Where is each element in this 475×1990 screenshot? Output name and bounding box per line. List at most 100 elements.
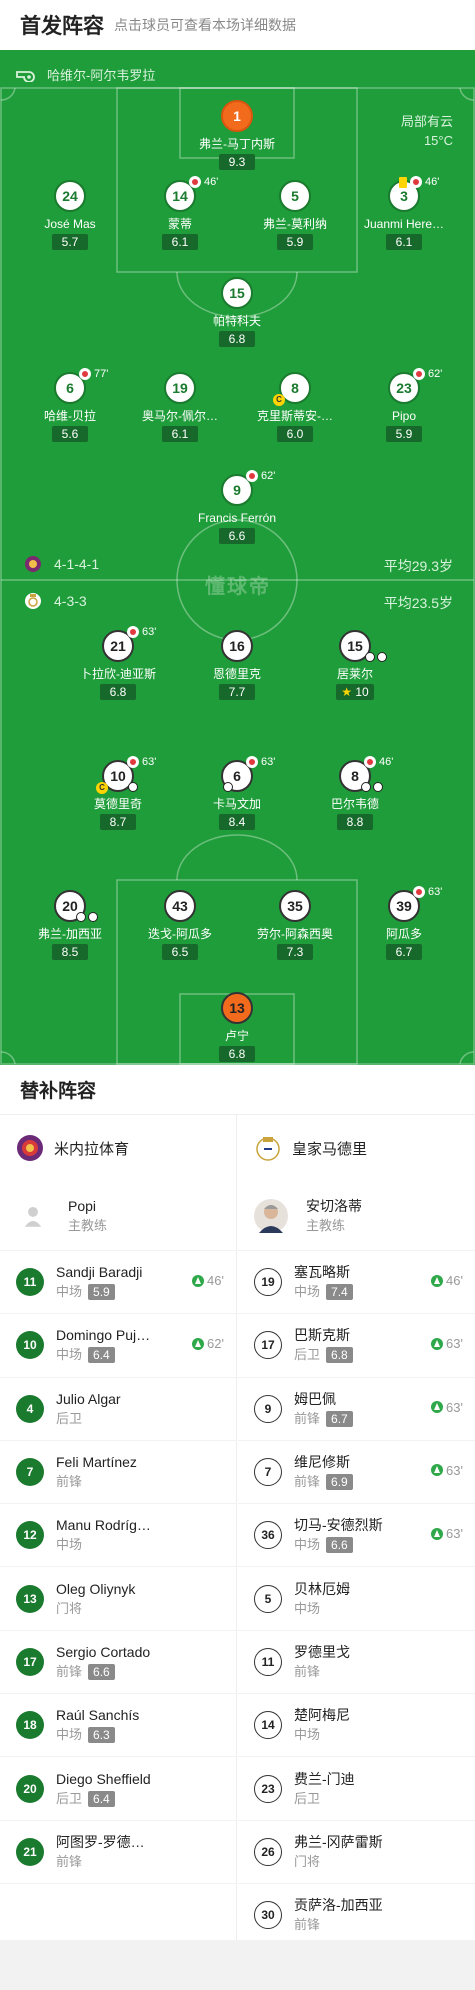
sub-player-info: 阿图罗-罗德… 前锋: [56, 1832, 176, 1872]
player-name: 卜拉欣-迪亚斯: [80, 667, 156, 681]
lineup-page: 首发阵容 点击球员可查看本场详细数据 哈维尔-阿尔韦罗拉 局部有云 15°C 懂…: [0, 0, 475, 1990]
home-player-14[interactable]: 14 46' 蒙蒂 6.1: [120, 176, 240, 251]
sub-player-rating: 6.6: [88, 1663, 115, 1680]
away-player-20[interactable]: 20 弗兰-加西亚 8.5: [10, 890, 130, 961]
sub-player-row[interactable]: 14 楚阿梅尼 中场: [238, 1694, 475, 1758]
sub-out-icon: [79, 368, 91, 380]
sub-in-time: 63': [431, 1463, 463, 1478]
home-player-24[interactable]: 24 José Mas 5.7: [10, 180, 130, 251]
sub-player-position: 后卫: [56, 1410, 83, 1426]
home-player-19[interactable]: 19 奥马尔-佩尔… 6.1: [120, 372, 240, 443]
sub-player-row[interactable]: 7 维尼修斯 前锋 6.9 63': [238, 1441, 475, 1505]
sub-player-number: 20: [16, 1774, 44, 1803]
sub-player-info: Julio Algar 后卫: [56, 1389, 176, 1429]
sub-player-meta: 前锋 6.9: [294, 1472, 414, 1492]
sub-player-row[interactable]: 13 Oleg Oliynyk 门将: [0, 1567, 236, 1631]
sub-player-position: 中场: [56, 1284, 83, 1300]
player-rating: 7.7: [219, 684, 255, 700]
away-player-15[interactable]: 15 居莱尔 10: [295, 630, 415, 701]
sub-player-number: 36: [254, 1521, 282, 1550]
away-player-8[interactable]: 8 46' 巴尔韦德 8.8: [295, 756, 415, 831]
player-rating: 6.8: [219, 331, 255, 347]
sub-player-row[interactable]: 5 贝林厄姆 中场: [238, 1567, 475, 1631]
sub-player-row[interactable]: 19 塞瓦略斯 中场 7.4 46': [238, 1251, 475, 1315]
sub-player-position: 后卫: [56, 1790, 83, 1806]
assist-icon: [373, 782, 383, 792]
sub-player-position: 中场: [56, 1727, 83, 1743]
away-player-10[interactable]: 10 63' C 莫德里奇 8.7: [58, 756, 178, 831]
away-player-13[interactable]: 13 卢宁 6.8: [177, 992, 297, 1063]
player-name: 巴尔韦德: [330, 797, 379, 811]
player-rating: 6.1: [162, 426, 198, 442]
away-coach-row[interactable]: 安切洛蒂 主教练: [238, 1181, 475, 1251]
sub-player-rating: 7.4: [326, 1284, 353, 1301]
sub-player-row[interactable]: 26 弗兰-冈萨雷斯 门将: [238, 1821, 475, 1884]
player-name: 莫德里奇: [93, 797, 142, 811]
sub-player-row[interactable]: 11 Sandji Baradji 中场 5.9 46': [0, 1251, 236, 1315]
sub-player-info: 贝林厄姆 中场: [294, 1579, 414, 1619]
sub-player-row[interactable]: 4 Julio Algar 后卫: [0, 1378, 236, 1441]
sub-player-rating: 6.4: [88, 1790, 115, 1807]
sub-player-row[interactable]: 10 Domingo Puj… 中场 6.4 62': [0, 1314, 236, 1378]
player-name: 卡马文加: [212, 797, 261, 811]
sub-player-rating: 6.4: [88, 1347, 115, 1364]
sub-player-row[interactable]: 9 姆巴佩 前锋 6.7 63': [238, 1378, 475, 1441]
sub-player-row[interactable]: 17 Sergio Cortado 前锋 6.6: [0, 1631, 236, 1695]
sub-player-row[interactable]: 30 贡萨洛-加西亚 前锋: [238, 1884, 475, 1948]
home-player-6[interactable]: 6 77' 哈维-贝拉 5.6: [10, 368, 130, 443]
home-player-1[interactable]: 1 弗兰-马丁内斯 9.3: [177, 100, 297, 171]
sub-player-meta: 后卫: [56, 1409, 176, 1429]
sub-player-name: Diego Sheffield: [56, 1770, 151, 1787]
sub-player-row[interactable]: 23 费兰-门迪 后卫: [238, 1757, 475, 1821]
home-player-5[interactable]: 5 弗兰-莫利纳 5.9: [235, 180, 355, 251]
player-rating: 5.9: [386, 426, 422, 442]
goal-ball-icon: [223, 782, 233, 792]
sub-player-info: Manu Rodríg… 中场: [56, 1515, 176, 1555]
sub-player-meta: 中场 6.3: [56, 1725, 176, 1745]
sub-in-icon: [431, 1274, 444, 1287]
player-name: Juanmi Here…: [363, 217, 445, 231]
pitch: 哈维尔-阿尔韦罗拉 局部有云 15°C 懂球帝 4-1-4-1 平均29.3岁 …: [0, 50, 475, 1065]
home-coach-row[interactable]: Popi 主教练: [0, 1181, 236, 1251]
home-player-15[interactable]: 15 帕特科夫 6.8: [177, 277, 297, 348]
sub-in-time: 62': [192, 1336, 224, 1351]
home-player-3[interactable]: 3 46' Juanmi Here… 6.1: [344, 176, 464, 251]
home-player-8[interactable]: 8 C 克里斯蒂安-… 6.0: [235, 372, 355, 443]
sub-in-minute: 63': [446, 1399, 463, 1415]
assist-icon: [76, 912, 86, 922]
sub-player-row[interactable]: 18 Raúl Sanchís 中场 6.3: [0, 1694, 236, 1758]
away-player-16[interactable]: 16 恩德里克 7.7: [177, 630, 297, 701]
sub-player-info: Oleg Oliynyk 门将: [56, 1579, 176, 1619]
away-player-6[interactable]: 6 63' 卡马文加 8.4: [177, 756, 297, 831]
home-player-23[interactable]: 23 62' Pipo 5.9: [344, 368, 464, 443]
sub-player-row[interactable]: 11 罗德里戈 前锋: [238, 1631, 475, 1695]
player-number: 1: [221, 100, 253, 132]
sub-player-name: 巴斯克斯: [294, 1327, 350, 1344]
sub-player-row[interactable]: 12 Manu Rodríg… 中场: [0, 1504, 236, 1568]
player-rating: 5.7: [52, 234, 88, 250]
player-name: 迭戈-阿瓜多: [148, 927, 212, 941]
sub-out-icon: [364, 756, 376, 768]
sub-player-number: 12: [16, 1521, 44, 1550]
home-team-row[interactable]: 米内拉体育: [0, 1115, 236, 1181]
home-player-9[interactable]: 9 62' Francis Ferrón 6.6: [177, 470, 297, 545]
away-team-row[interactable]: 皇家马德里: [238, 1115, 475, 1181]
goal-ball-icon: [128, 782, 138, 792]
player-number: 24: [54, 180, 86, 212]
sub-player-meta: 中场: [294, 1599, 414, 1619]
page-footer-space: [0, 1940, 475, 1990]
away-player-39[interactable]: 39 63' 阿瓜多 6.7: [344, 886, 464, 961]
player-rating: 10: [336, 684, 374, 700]
away-player-43[interactable]: 43 迭戈-阿瓜多 6.5: [120, 890, 240, 961]
sub-player-row[interactable]: 17 巴斯克斯 后卫 6.8 63': [238, 1314, 475, 1378]
sub-in-time: 46': [431, 1273, 463, 1288]
sub-player-row[interactable]: 20 Diego Sheffield 后卫 6.4: [0, 1757, 236, 1821]
sub-player-row[interactable]: 36 切马-安德烈斯 中场 6.6 63': [238, 1504, 475, 1568]
away-player-35[interactable]: 35 劳尔-阿森西奥 7.3: [235, 890, 355, 961]
away-player-21[interactable]: 21 63' 卜拉欣-迪亚斯 6.8: [58, 626, 178, 701]
player-name: 卢宁: [224, 1029, 249, 1043]
sub-player-info: Diego Sheffield 后卫 6.4: [56, 1769, 176, 1809]
sub-player-row[interactable]: 7 Feli Martínez 前锋: [0, 1441, 236, 1505]
player-rating: 6.1: [386, 234, 422, 250]
sub-player-row[interactable]: 21 阿图罗-罗德… 前锋: [0, 1821, 236, 1884]
